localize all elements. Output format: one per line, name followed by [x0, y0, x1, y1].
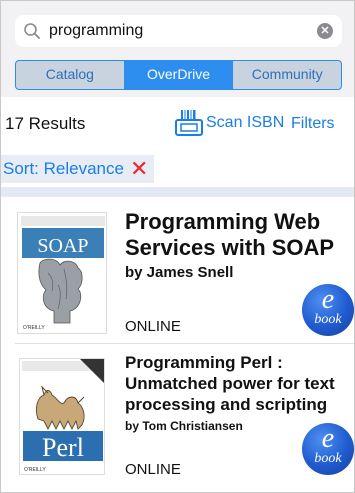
ebook-format-icon: e book	[302, 284, 354, 336]
result-item[interactable]: Perl O'REILLY Programming Perl : Unmatch…	[1, 344, 354, 493]
filters-button[interactable]: Filters	[291, 115, 335, 133]
result-item[interactable]: SOAP O'REILLY Programming Web Services w…	[1, 197, 354, 344]
section-divider	[1, 187, 354, 197]
svg-text:O'REILLY: O'REILLY	[23, 325, 45, 331]
remove-sort-icon[interactable]: ✕	[130, 158, 148, 180]
book-cover: Perl O'REILLY	[19, 358, 105, 475]
scan-isbn-button[interactable]: Scan ISBN	[174, 108, 284, 138]
sort-label: Sort: Relevance	[3, 159, 124, 178]
search-input[interactable]: programming	[49, 22, 143, 40]
barcode-scanner-icon	[175, 110, 203, 136]
perl-cover-art: Perl O'REILLY	[20, 359, 104, 474]
source-segmented-control: Catalog OverDrive Community	[15, 60, 342, 90]
tab-catalog[interactable]: Catalog	[16, 61, 124, 89]
sort-chip[interactable]: Sort: Relevance ✕	[1, 155, 155, 183]
tab-overdrive[interactable]: OverDrive	[123, 61, 233, 89]
search-header: programming ✕ Catalog OverDrive Communit…	[1, 1, 354, 97]
svg-text:SOAP: SOAP	[37, 235, 88, 257]
svg-text:O'REILLY: O'REILLY	[24, 467, 46, 473]
ebook-format-icon: e book	[302, 423, 354, 475]
soap-cover-art: SOAP O'REILLY	[18, 213, 106, 333]
svg-text:Perl: Perl	[42, 433, 84, 462]
book-title[interactable]: Programming Perl : Unmatched power for t…	[125, 352, 350, 415]
book-author: by James Snell	[125, 264, 234, 281]
availability-status: ONLINE	[125, 461, 181, 478]
availability-status: ONLINE	[125, 318, 181, 335]
book-cover: SOAP O'REILLY	[17, 212, 107, 334]
tab-community[interactable]: Community	[232, 61, 341, 89]
search-icon	[24, 23, 40, 39]
scan-isbn-label: Scan ISBN	[206, 114, 285, 131]
clear-search-icon[interactable]: ✕	[317, 23, 333, 39]
search-bar[interactable]: programming ✕	[15, 15, 342, 47]
results-count: 17 Results	[5, 114, 86, 133]
book-author: by Tom Christiansen	[125, 419, 243, 433]
book-title[interactable]: Programming Web Services with SOAP	[125, 209, 350, 261]
